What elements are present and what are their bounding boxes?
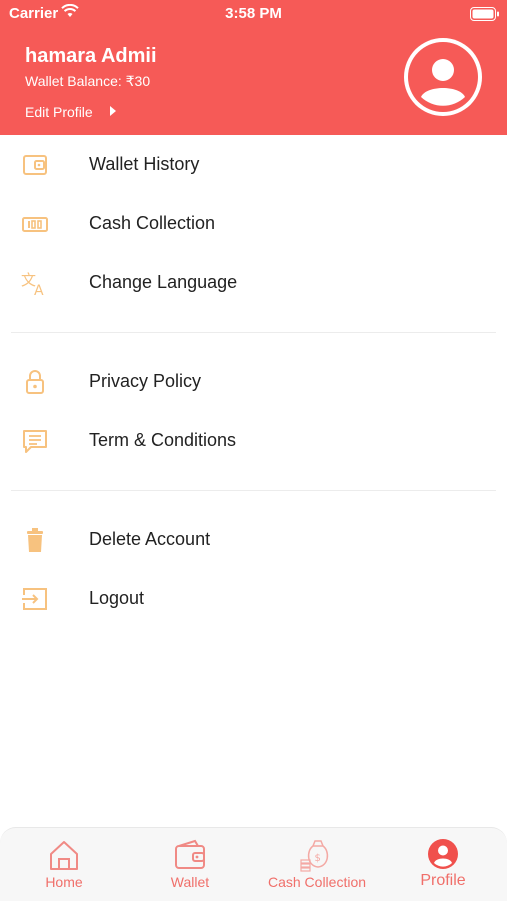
- lock-icon: [26, 370, 44, 394]
- cash-icon: [22, 217, 48, 232]
- profile-icon: [428, 839, 458, 869]
- svg-text:A: A: [34, 283, 44, 298]
- svg-text:$: $: [315, 853, 321, 864]
- menu-item-terms-conditions[interactable]: Term & Conditions: [0, 411, 507, 470]
- menu-divider: [11, 490, 496, 491]
- logout-icon: [22, 588, 47, 610]
- menu-item-label: Logout: [89, 588, 145, 608]
- tab-label: Profile: [420, 872, 466, 889]
- menu-item-label: Term & Conditions: [89, 430, 237, 450]
- wallet-icon: [175, 839, 205, 869]
- menu-item-privacy-policy[interactable]: Privacy Policy: [0, 352, 507, 411]
- document-icon: [23, 430, 47, 453]
- tab-profile[interactable]: Profile: [393, 828, 493, 901]
- menu-item-cash-collection[interactable]: Cash Collection: [0, 194, 507, 253]
- menu-item-change-language[interactable]: 文 A Change Language: [0, 253, 507, 312]
- menu-item-wallet-history[interactable]: Wallet History: [0, 135, 507, 194]
- user-name: hamara Admii: [25, 45, 157, 67]
- menu-item-label: Wallet History: [89, 154, 200, 174]
- menu-item-label: Delete Account: [89, 529, 211, 549]
- menu-item-logout[interactable]: Logout: [0, 569, 507, 628]
- caret-right-icon: [110, 106, 116, 116]
- clock: 3:58 PM: [225, 5, 282, 22]
- status-bar: Carrier 3:58 PM: [0, 0, 507, 28]
- user-avatar-icon: [408, 42, 478, 112]
- money-bag-icon: $: [300, 840, 329, 872]
- home-icon: [50, 841, 78, 870]
- menu-divider: [11, 332, 496, 333]
- tab-label: Cash Collection: [267, 874, 367, 890]
- tab-label: Wallet: [170, 874, 210, 890]
- tab-wallet[interactable]: Wallet: [140, 828, 240, 901]
- wallet-balance: Wallet Balance: ₹30: [25, 73, 151, 89]
- menu-item-label: Privacy Policy: [89, 371, 202, 391]
- profile-header: Carrier 3:58 PM hamara Admii Wallet Bala…: [0, 0, 507, 135]
- tab-cash-collection[interactable]: $ Cash Collection: [257, 828, 377, 901]
- tab-label: Home: [45, 874, 83, 890]
- edit-profile-link[interactable]: Edit Profile: [25, 104, 93, 120]
- menu-item-delete-account[interactable]: Delete Account: [0, 510, 507, 569]
- tab-home[interactable]: Home: [14, 828, 114, 901]
- avatar[interactable]: [404, 38, 482, 116]
- menu-item-label: Cash Collection: [89, 213, 216, 233]
- bottom-tab-bar: Home Wallet $ Cash Collection Profile: [0, 827, 507, 901]
- translate-icon: 文 A: [21, 271, 44, 298]
- battery-icon: [470, 7, 499, 21]
- trash-icon: [27, 528, 43, 552]
- menu-item-label: Change Language: [89, 272, 238, 292]
- profile-menu: Wallet History Cash Collection 文 A Chang…: [0, 135, 507, 628]
- wallet-icon: [23, 155, 47, 175]
